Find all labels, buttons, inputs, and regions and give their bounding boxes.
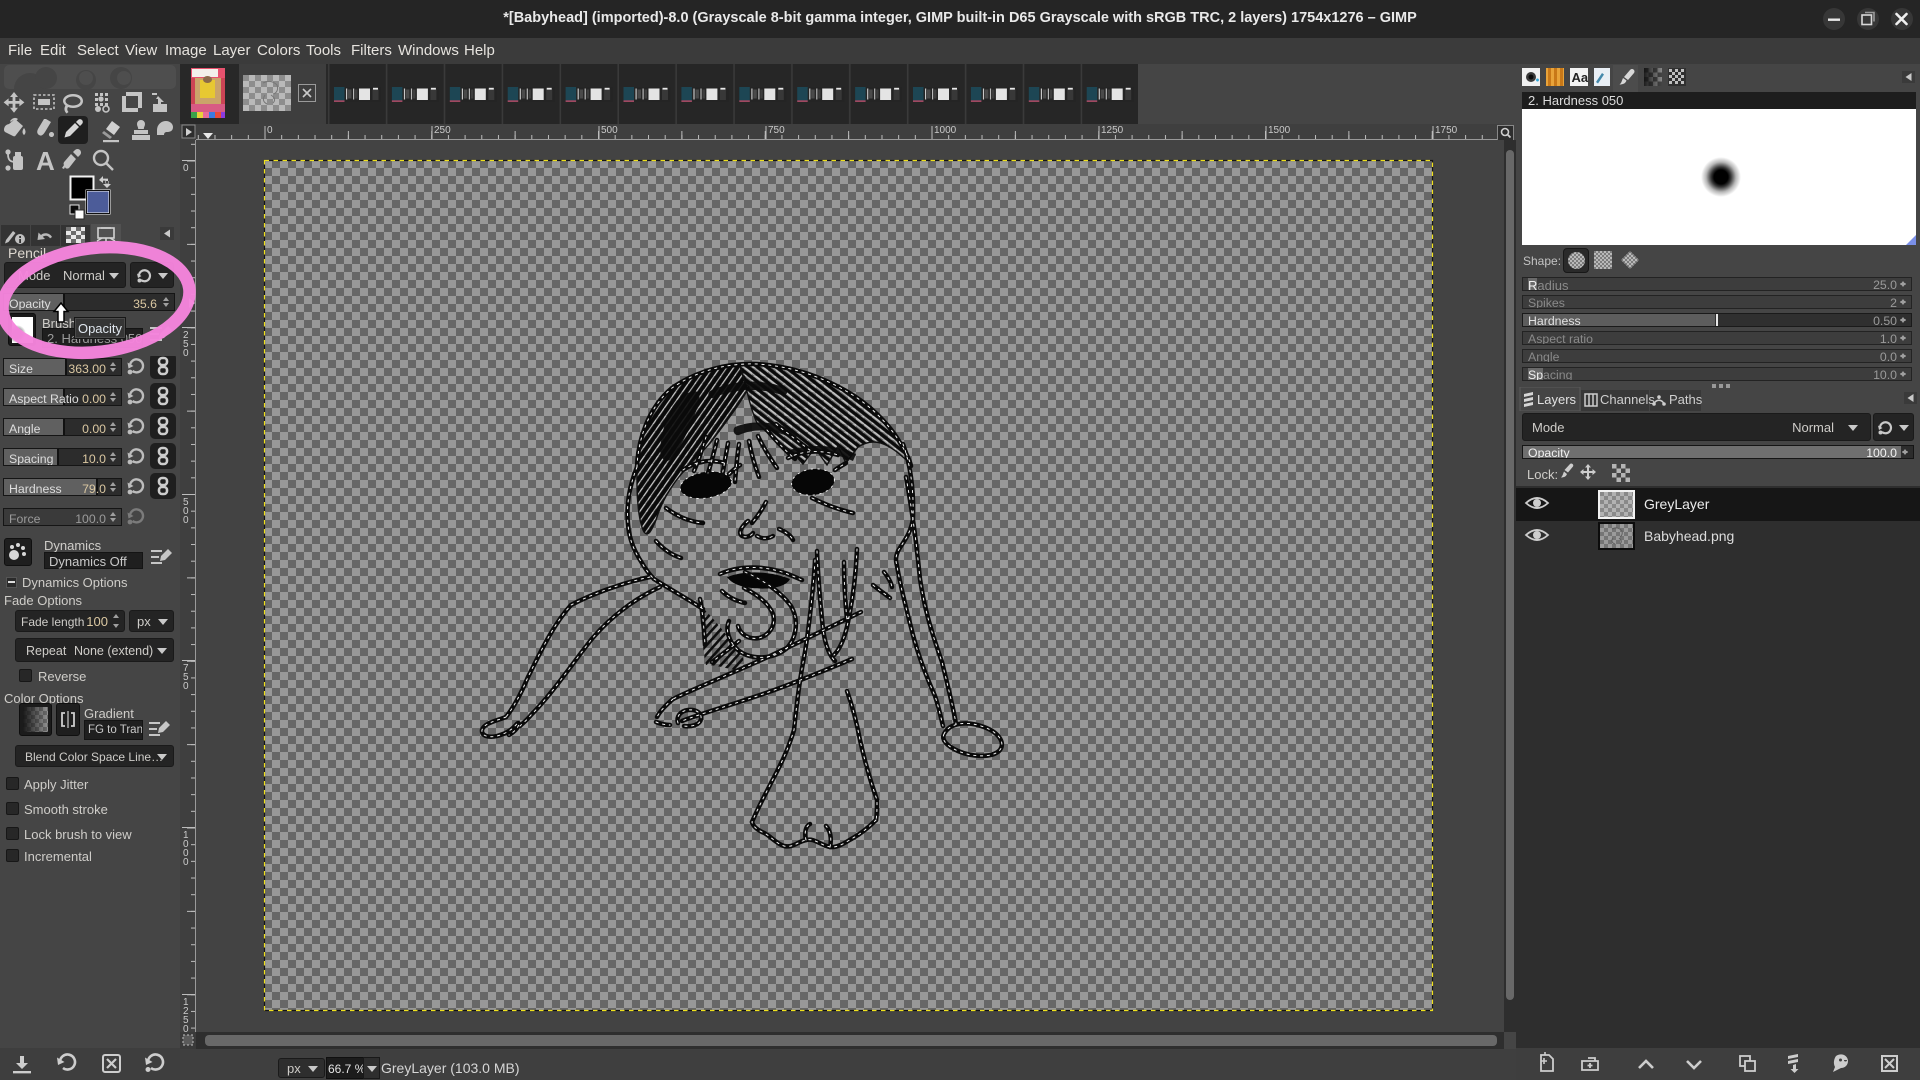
- svg-text:0: 0: [183, 515, 189, 526]
- svg-text:250: 250: [434, 125, 451, 136]
- svg-text:Aa: Aa: [1572, 70, 1589, 85]
- svg-text:0: 0: [183, 348, 189, 359]
- svg-text:1000: 1000: [934, 125, 957, 136]
- svg-text:0: 0: [267, 125, 273, 136]
- svg-text:0: 0: [183, 1024, 189, 1032]
- svg-text:1250: 1250: [1101, 125, 1124, 136]
- svg-text:Channels: Channels: [1600, 392, 1655, 407]
- svg-text:1750: 1750: [1435, 125, 1458, 136]
- svg-text:750: 750: [768, 125, 785, 136]
- svg-text:1500: 1500: [1268, 125, 1291, 136]
- svg-text:Paths: Paths: [1669, 392, 1703, 407]
- svg-text:0: 0: [183, 163, 189, 174]
- svg-text:0: 0: [183, 681, 189, 692]
- svg-text:0: 0: [183, 857, 189, 868]
- svg-text:Layers: Layers: [1537, 392, 1577, 407]
- svg-text:500: 500: [601, 125, 618, 136]
